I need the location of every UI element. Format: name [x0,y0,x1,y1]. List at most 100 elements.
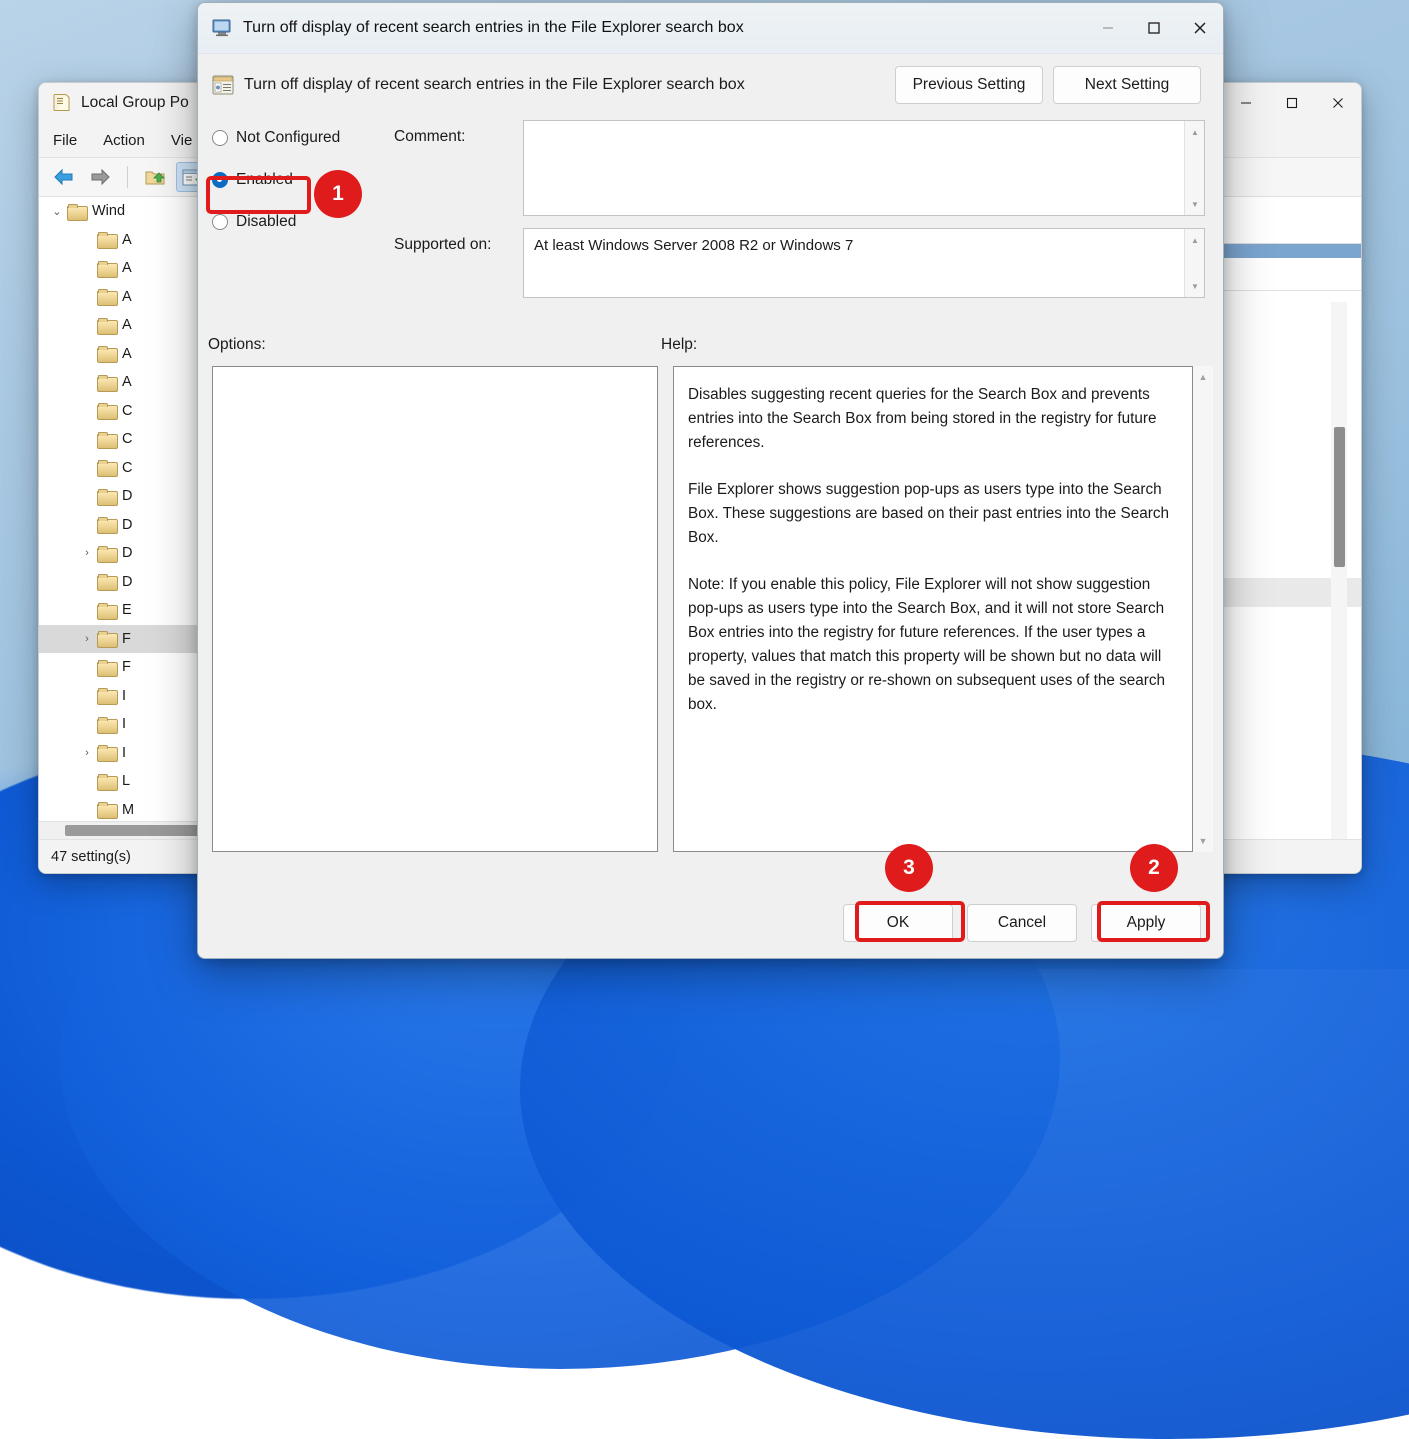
help-pane-scrollbar[interactable]: ▲ ▼ [1193,366,1213,852]
folder-icon [97,802,116,817]
comment-scroll-up-icon[interactable]: ▲ [1185,123,1205,141]
folder-icon [97,432,116,447]
supported-on-scroll-down-icon[interactable]: ▼ [1185,277,1205,295]
menu-action[interactable]: Action [103,132,145,149]
next-setting-button[interactable]: Next Setting [1053,66,1201,104]
chevron-icon[interactable]: › [77,747,97,759]
tree-horizontal-scroll-thumb[interactable] [65,825,203,836]
folder-icon [97,660,116,675]
dialog-setting-name: Turn off display of recent search entrie… [244,76,885,94]
tree-item-label: D [122,488,132,504]
supported-on-scrollbar[interactable]: ▲ ▼ [1184,229,1204,297]
folder-icon [97,489,116,504]
supported-on-scroll-up-icon[interactable]: ▲ [1185,231,1205,249]
state-radio-group[interactable]: Not Configured Enabled Disabled [212,124,402,250]
folder-icon [67,204,86,219]
tree-item-label: C [122,460,132,476]
radio-disabled[interactable]: Disabled [212,208,402,236]
dialog-upper-section: Not Configured Enabled Disabled Comment:… [198,116,1223,326]
folder-icon [97,289,116,304]
tree-item-label: A [122,374,132,390]
radio-disabled-mark[interactable] [212,214,228,230]
ok-button[interactable]: OK [843,904,953,942]
policy-setting-icon [212,75,234,95]
tree-item-label: F [122,659,131,675]
toolbar-divider [127,166,128,188]
dialog-window-controls [1085,3,1223,53]
radio-enabled-mark[interactable] [212,172,228,188]
dialog-setting-header: Turn off display of recent search entrie… [198,54,1223,116]
comment-scroll-down-icon[interactable]: ▼ [1185,195,1205,213]
folder-icon [97,232,116,247]
dialog-maximize-button[interactable] [1131,3,1177,53]
tree-item-label: A [122,260,132,276]
cancel-button[interactable]: Cancel [967,904,1077,942]
folder-icon [97,774,116,789]
radio-not-configured-mark[interactable] [212,130,228,146]
folder-icon [97,261,116,276]
help-scroll-up-icon[interactable]: ▲ [1193,368,1213,386]
chevron-icon[interactable]: › [77,547,97,559]
apply-button[interactable]: Apply [1091,904,1201,942]
tree-item-label: M [122,802,134,818]
folder-icon [97,546,116,561]
comment-value[interactable] [524,121,1204,137]
help-paragraph: Note: If you enable this policy, File Ex… [688,573,1178,717]
up-folder-icon[interactable] [140,163,170,191]
folder-icon [97,574,116,589]
radio-disabled-label: Disabled [236,213,296,231]
tree-item-label: I [122,688,126,704]
folder-icon [97,517,116,532]
folder-icon [97,318,116,333]
supported-on-value: At least Windows Server 2008 R2 or Windo… [524,229,1204,262]
policy-setting-dialog[interactable]: Turn off display of recent search entrie… [197,2,1224,959]
comment-scrollbar[interactable]: ▲ ▼ [1184,121,1204,215]
options-pane[interactable] [212,366,658,852]
forward-arrow-icon[interactable] [85,163,115,191]
previous-setting-button[interactable]: Previous Setting [895,66,1043,104]
gpedit-minimize-button[interactable] [1223,83,1269,123]
tree-item-label: D [122,545,132,561]
chevron-icon[interactable]: ⌄ [47,205,67,218]
tree-item-label: Wind [92,203,125,219]
menu-view[interactable]: Vie [171,132,192,149]
dialog-footer: OK Cancel Apply [198,888,1223,958]
tree-item-label: I [122,745,126,761]
radio-not-configured[interactable]: Not Configured [212,124,402,152]
help-pane[interactable]: Disables suggesting recent queries for t… [673,366,1193,852]
tree-item-label: A [122,232,132,248]
help-scroll-down-icon[interactable]: ▼ [1193,832,1213,850]
folder-icon [97,717,116,732]
help-label: Help: [661,336,697,354]
monitor-policy-icon [212,19,233,37]
help-paragraph: File Explorer shows suggestion pop-ups a… [688,478,1178,550]
dialog-panes: Disables suggesting recent queries for t… [198,366,1223,856]
dialog-minimize-button[interactable] [1085,3,1131,53]
tree-item-label: C [122,403,132,419]
folder-icon [97,375,116,390]
list-vertical-scrollbar[interactable] [1331,302,1347,839]
supported-on-textbox[interactable]: At least Windows Server 2008 R2 or Windo… [523,228,1205,298]
chevron-icon[interactable]: › [77,633,97,645]
comment-textarea[interactable]: ▲ ▼ [523,120,1205,216]
back-arrow-icon[interactable] [49,163,79,191]
tree-item-label: C [122,431,132,447]
folder-icon [97,631,116,646]
dialog-close-button[interactable] [1177,3,1223,53]
gpedit-maximize-button[interactable] [1269,83,1315,123]
supported-on-label: Supported on: [394,236,491,254]
radio-enabled[interactable]: Enabled [212,166,402,194]
tree-item-label: E [122,602,132,618]
folder-icon [97,403,116,418]
menu-file[interactable]: File [53,132,77,149]
dialog-section-labels: Options: Help: [198,326,1223,366]
comment-label: Comment: [394,128,466,146]
list-vertical-scroll-thumb[interactable] [1334,427,1345,567]
policy-document-icon [51,93,71,113]
folder-icon [97,603,116,618]
gpedit-close-button[interactable] [1315,83,1361,123]
tree-item-label: A [122,317,132,333]
tree-item-label: A [122,289,132,305]
folder-icon [97,688,116,703]
gpedit-window-controls [1223,83,1361,123]
